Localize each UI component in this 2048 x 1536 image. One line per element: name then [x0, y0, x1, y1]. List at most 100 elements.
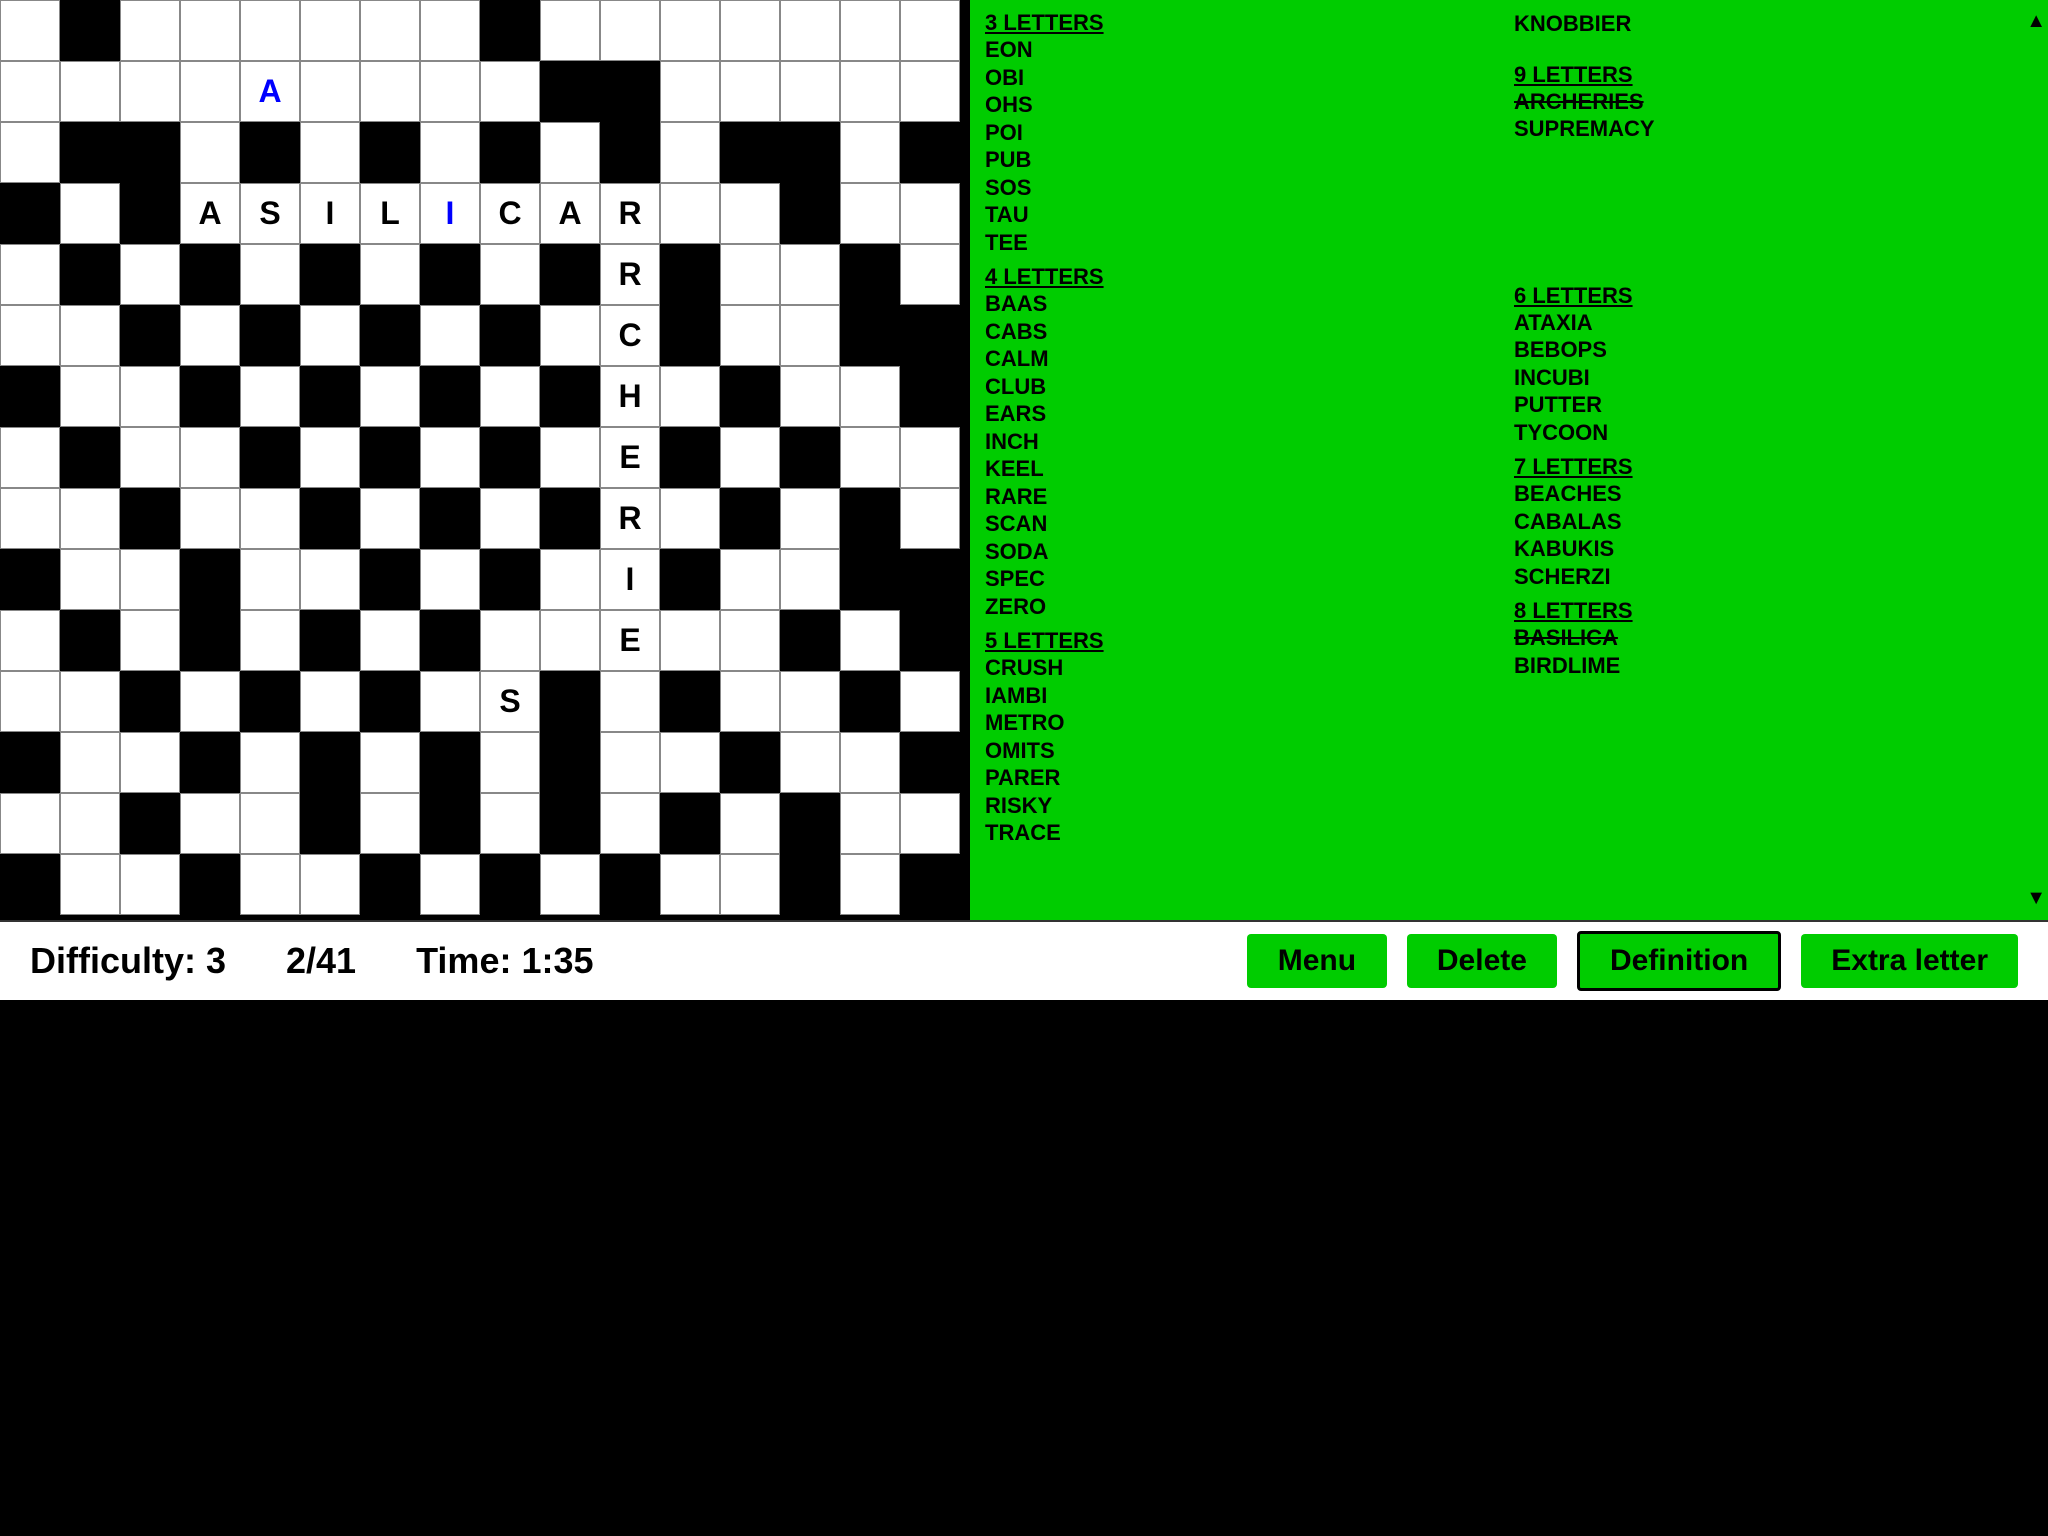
cell-4-1[interactable]	[60, 244, 120, 305]
cell-12-2[interactable]	[120, 732, 180, 793]
cell-13-0[interactable]	[0, 793, 60, 854]
cell-11-6[interactable]	[360, 671, 420, 732]
cell-12-0[interactable]	[0, 732, 60, 793]
cell-9-6[interactable]	[360, 549, 420, 610]
cell-10-15[interactable]	[900, 610, 960, 671]
cell-1-6[interactable]	[360, 61, 420, 122]
cell-3-0[interactable]	[0, 183, 60, 244]
cell-9-9[interactable]	[540, 549, 600, 610]
word-bebops[interactable]: BEBOPS	[1514, 336, 2033, 364]
cell-12-5[interactable]	[300, 732, 360, 793]
cell-2-4[interactable]	[240, 122, 300, 183]
cell-0-13[interactable]	[780, 0, 840, 61]
cell-5-5[interactable]	[300, 305, 360, 366]
cell-14-10[interactable]	[600, 854, 660, 915]
scroll-down-arrow[interactable]: ▼	[2026, 887, 2046, 910]
cell-7-7[interactable]	[420, 427, 480, 488]
word-basilica[interactable]: BASILICA	[1514, 624, 2033, 652]
cell-0-12[interactable]	[720, 0, 780, 61]
cell-2-8[interactable]	[480, 122, 540, 183]
cell-11-9[interactable]	[540, 671, 600, 732]
cell-12-14[interactable]	[840, 732, 900, 793]
delete-button[interactable]: Delete	[1407, 934, 1557, 988]
cell-6-6[interactable]	[360, 366, 420, 427]
cell-8-4[interactable]	[240, 488, 300, 549]
word-pub[interactable]: PUB	[985, 146, 1504, 174]
cell-10-7[interactable]	[420, 610, 480, 671]
cell-12-13[interactable]	[780, 732, 840, 793]
word-incubi[interactable]: INCUBI	[1514, 364, 2033, 392]
cell-4-6[interactable]	[360, 244, 420, 305]
cell-14-5[interactable]	[300, 854, 360, 915]
cell-14-7[interactable]	[420, 854, 480, 915]
cell-0-14[interactable]	[840, 0, 900, 61]
cell-0-6[interactable]	[360, 0, 420, 61]
cell-1-9[interactable]	[540, 61, 600, 122]
cell-10-10[interactable]: E	[600, 610, 660, 671]
cell-14-11[interactable]	[660, 854, 720, 915]
cell-2-7[interactable]	[420, 122, 480, 183]
cell-14-1[interactable]	[60, 854, 120, 915]
word-eon[interactable]: EON	[985, 36, 1504, 64]
word-putter[interactable]: PUTTER	[1514, 391, 2033, 419]
word-birdlime[interactable]: BIRDLIME	[1514, 652, 2033, 680]
cell-8-6[interactable]	[360, 488, 420, 549]
cell-9-12[interactable]	[720, 549, 780, 610]
cell-14-2[interactable]	[120, 854, 180, 915]
cell-2-2[interactable]	[120, 122, 180, 183]
cell-9-3[interactable]	[180, 549, 240, 610]
cell-7-15[interactable]	[900, 427, 960, 488]
cell-5-11[interactable]	[660, 305, 720, 366]
word-cabs[interactable]: CABS	[985, 318, 1504, 346]
cell-12-11[interactable]	[660, 732, 720, 793]
cell-14-0[interactable]	[0, 854, 60, 915]
cell-6-3[interactable]	[180, 366, 240, 427]
cell-7-11[interactable]	[660, 427, 720, 488]
cell-5-0[interactable]	[0, 305, 60, 366]
cell-1-2[interactable]	[120, 61, 180, 122]
cell-8-12[interactable]	[720, 488, 780, 549]
cell-1-15[interactable]	[900, 61, 960, 122]
word-ears[interactable]: EARS	[985, 400, 1504, 428]
cell-9-0[interactable]	[0, 549, 60, 610]
cell-4-8[interactable]	[480, 244, 540, 305]
cell-13-4[interactable]	[240, 793, 300, 854]
cell-0-4[interactable]	[240, 0, 300, 61]
cell-6-5[interactable]	[300, 366, 360, 427]
cell-9-7[interactable]	[420, 549, 480, 610]
cell-3-10[interactable]: R	[600, 183, 660, 244]
cell-0-10[interactable]	[600, 0, 660, 61]
cell-1-13[interactable]	[780, 61, 840, 122]
cell-7-10[interactable]: E	[600, 427, 660, 488]
cell-14-6[interactable]	[360, 854, 420, 915]
cell-8-0[interactable]	[0, 488, 60, 549]
cell-11-13[interactable]	[780, 671, 840, 732]
cell-6-2[interactable]	[120, 366, 180, 427]
cell-3-15[interactable]	[900, 183, 960, 244]
cell-11-1[interactable]	[60, 671, 120, 732]
cell-3-13[interactable]	[780, 183, 840, 244]
word-calm[interactable]: CALM	[985, 345, 1504, 373]
cell-7-9[interactable]	[540, 427, 600, 488]
cell-5-10[interactable]: C	[600, 305, 660, 366]
cell-7-2[interactable]	[120, 427, 180, 488]
cell-13-2[interactable]	[120, 793, 180, 854]
cell-2-0[interactable]	[0, 122, 60, 183]
word-crush[interactable]: CRUSH	[985, 654, 1504, 682]
cell-2-11[interactable]	[660, 122, 720, 183]
word-trace[interactable]: TRACE	[985, 819, 1504, 847]
menu-button[interactable]: Menu	[1247, 934, 1387, 988]
cell-6-12[interactable]	[720, 366, 780, 427]
cell-2-9[interactable]	[540, 122, 600, 183]
cell-5-2[interactable]	[120, 305, 180, 366]
cell-12-7[interactable]	[420, 732, 480, 793]
cell-10-6[interactable]	[360, 610, 420, 671]
cell-4-7[interactable]	[420, 244, 480, 305]
cell-6-8[interactable]	[480, 366, 540, 427]
cell-1-7[interactable]	[420, 61, 480, 122]
word-risky[interactable]: RISKY	[985, 792, 1504, 820]
cell-5-12[interactable]	[720, 305, 780, 366]
cell-0-2[interactable]	[120, 0, 180, 61]
cell-2-3[interactable]	[180, 122, 240, 183]
cell-9-1[interactable]	[60, 549, 120, 610]
